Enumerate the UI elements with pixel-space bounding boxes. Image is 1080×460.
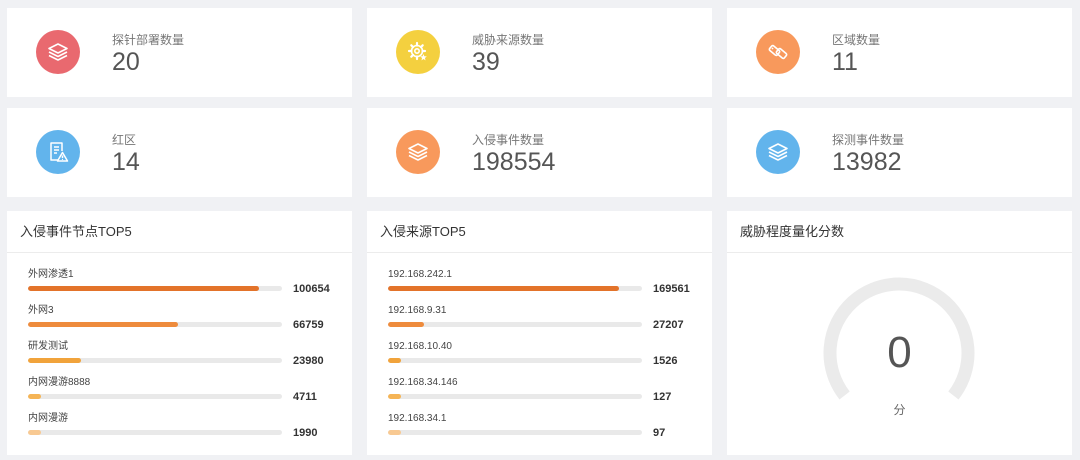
bar-fill — [28, 358, 82, 363]
panel-title: 入侵来源TOP5 — [380, 224, 466, 239]
bar-label: 192.168.34.146 — [388, 377, 458, 388]
stat-card-probe-count: 探针部署数量 20 — [7, 8, 352, 97]
stat-value: 14 — [112, 148, 140, 176]
bar-row: 192.168.9.31 27207 — [388, 305, 698, 331]
bar-fill — [388, 430, 401, 435]
stat-icon-circle — [756, 130, 800, 174]
bar-value: 23980 — [293, 355, 324, 367]
bar-fill — [28, 322, 178, 327]
stat-icon-circle — [36, 30, 80, 74]
stat-icon-circle — [396, 130, 440, 174]
layers-icon — [48, 43, 68, 61]
bar-row: 外网3 66759 — [28, 305, 338, 331]
stat-label: 入侵事件数量 — [472, 133, 545, 147]
bar-value: 1990 — [293, 427, 318, 439]
bar-label: 内网漫游8888 — [28, 377, 91, 388]
bar-track — [28, 430, 282, 435]
bar-track — [388, 322, 642, 327]
stat-value: 13982 — [832, 148, 902, 176]
bar-label: 192.168.242.1 — [388, 269, 452, 280]
stat-value: 11 — [832, 48, 858, 76]
bar-track — [388, 286, 642, 291]
bar-track — [388, 358, 642, 363]
bar-track — [28, 394, 282, 399]
panel-threat-score: 威胁程度量化分数 0 分 — [727, 211, 1072, 455]
bar-value: 4711 — [293, 391, 317, 403]
bar-track — [28, 286, 282, 291]
bar-value: 127 — [653, 391, 672, 403]
bar-row: 192.168.242.1 169561 — [388, 269, 698, 295]
panel-header: 入侵事件节点TOP5 — [7, 211, 352, 253]
stat-value: 198554 — [472, 148, 556, 176]
bar-fill — [28, 394, 41, 399]
panel-intrusion-source-top5: 入侵来源TOP5 192.168.242.1 169561 192.168.9.… — [367, 211, 712, 455]
bar-label: 192.168.9.31 — [388, 305, 447, 316]
bar-fill — [388, 358, 401, 363]
bar-fill — [28, 286, 260, 291]
bar-fill — [388, 322, 424, 327]
bar-fill — [388, 286, 620, 291]
bar-label: 研发测试 — [28, 341, 68, 352]
bar-value: 97 — [653, 427, 666, 439]
stat-label: 探针部署数量 — [112, 33, 185, 47]
bar-row: 内网漫游8888 4711 — [28, 377, 338, 403]
score-value: 0 — [887, 328, 912, 377]
stat-card-detection-events: 探测事件数量 13982 — [727, 108, 1072, 197]
stat-card-red-zone: 红区 14 — [7, 108, 352, 197]
stat-card-intrusion-events: 入侵事件数量 198554 — [367, 108, 712, 197]
stat-card-threat-source-count: 威胁来源数量 39 — [367, 8, 712, 97]
bar-value: 100654 — [293, 283, 330, 295]
layers-icon — [768, 143, 788, 161]
bar-label: 外网3 — [28, 305, 54, 316]
stat-icon-circle — [36, 130, 80, 174]
bar-track — [28, 358, 282, 363]
bar-label: 外网渗透1 — [28, 269, 74, 280]
stat-icon-circle — [396, 30, 440, 74]
bar-label: 192.168.34.1 — [388, 413, 447, 424]
stat-value: 20 — [112, 48, 140, 76]
bar-row: 内网漫游 1990 — [28, 413, 338, 439]
bar-row: 192.168.10.40 1526 — [388, 341, 698, 367]
bar-label: 内网漫游 — [28, 413, 68, 424]
panel-header: 威胁程度量化分数 — [727, 211, 1072, 253]
bar-row: 外网渗透1 100654 — [28, 269, 338, 295]
tag-icon — [768, 44, 788, 60]
bar-value: 27207 — [653, 319, 684, 331]
bar-track — [388, 394, 642, 399]
bar-track — [28, 322, 282, 327]
bar-track — [388, 430, 642, 435]
bar-label: 192.168.10.40 — [388, 341, 452, 352]
gear-icon — [407, 41, 427, 61]
document-warning-icon — [50, 142, 69, 162]
stat-label: 红区 — [112, 133, 137, 147]
stat-card-zone-count: 区域数量 11 — [727, 8, 1072, 97]
bar-value: 66759 — [293, 319, 324, 331]
bar-row: 192.168.34.146 127 — [388, 377, 698, 403]
score-unit: 分 — [893, 403, 906, 417]
bar-fill — [388, 394, 401, 399]
stat-value: 39 — [472, 48, 500, 76]
bar-value: 1526 — [653, 355, 678, 367]
bar-row: 192.168.34.1 97 — [388, 413, 698, 439]
panel-title: 入侵事件节点TOP5 — [20, 224, 132, 239]
stat-label: 探测事件数量 — [832, 133, 905, 147]
panel-header: 入侵来源TOP5 — [367, 211, 712, 253]
panel-title: 威胁程度量化分数 — [740, 224, 845, 239]
bar-fill — [28, 430, 41, 435]
panel-intrusion-node-top5: 入侵事件节点TOP5 外网渗透1 100654 外网3 66759 研发测试 2… — [7, 211, 352, 455]
stat-label: 区域数量 — [832, 33, 881, 47]
stat-label: 威胁来源数量 — [472, 33, 545, 47]
stat-icon-circle — [756, 30, 800, 74]
bar-value: 169561 — [653, 283, 690, 295]
bar-row: 研发测试 23980 — [28, 341, 338, 367]
layers-icon — [408, 143, 428, 161]
